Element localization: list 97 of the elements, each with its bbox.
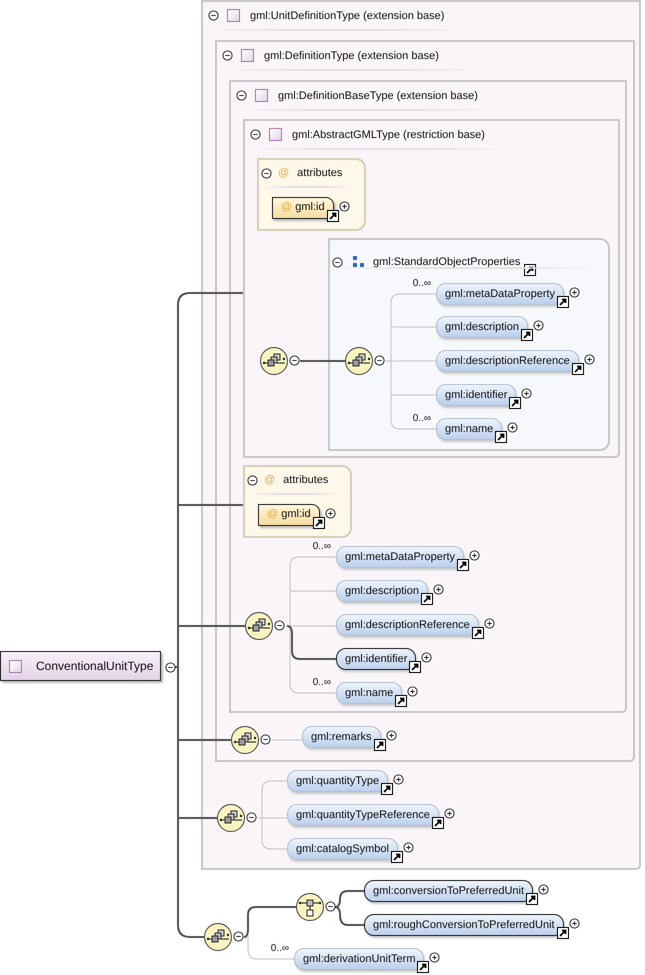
- collapse-icon[interactable]: [246, 812, 257, 823]
- type-label: gml:UnitDefinitionType (extension base): [250, 10, 444, 22]
- occurrence-label: 0..∞: [312, 677, 331, 688]
- collapse-icon[interactable]: [165, 662, 176, 673]
- element-node[interactable]: gml:remarks: [302, 726, 381, 748]
- expand-icon[interactable]: [324, 508, 336, 519]
- expand-icon[interactable]: [538, 884, 550, 895]
- expand-icon[interactable]: [402, 842, 414, 853]
- attribute-icon: @: [264, 474, 276, 486]
- collapse-icon[interactable]: [274, 620, 285, 631]
- link-icon[interactable]: [326, 210, 339, 222]
- link-icon[interactable]: [556, 927, 569, 939]
- link-icon[interactable]: [472, 627, 484, 639]
- element-node[interactable]: gml:quantityType: [287, 770, 388, 792]
- link-icon[interactable]: [312, 517, 325, 529]
- element-node[interactable]: gml:description: [436, 316, 528, 338]
- link-icon[interactable]: [509, 397, 522, 409]
- type-icon: [227, 9, 240, 22]
- type-icon: [241, 49, 254, 62]
- link-icon[interactable]: [395, 695, 408, 707]
- attribute-node[interactable]: @ gml:id: [258, 504, 320, 526]
- element-node[interactable]: gml:catalogSymbol: [287, 838, 398, 860]
- collapse-icon[interactable]: [208, 10, 219, 21]
- sequence-icon[interactable]: [230, 725, 260, 755]
- collapse-icon[interactable]: [250, 129, 261, 140]
- link-icon[interactable]: [432, 817, 444, 829]
- expand-icon[interactable]: [338, 201, 350, 212]
- type-label: gml:AbstractGMLType (restriction base): [292, 128, 485, 140]
- sequence-icon[interactable]: [244, 611, 274, 641]
- element-node[interactable]: gml:roughConversionToPreferredUnit: [364, 914, 564, 936]
- link-icon[interactable]: [495, 431, 508, 443]
- expand-icon[interactable]: [444, 808, 455, 819]
- attributes-label: attributes: [283, 474, 328, 486]
- collapse-icon[interactable]: [233, 931, 244, 942]
- expand-icon[interactable]: [568, 918, 580, 929]
- element-node[interactable]: gml:metaDataProperty: [436, 283, 564, 305]
- link-icon[interactable]: [390, 851, 403, 863]
- group-label: gml:StandardObjectProperties: [373, 256, 520, 268]
- element-node[interactable]: gml:conversionToPreferredUnit: [364, 880, 534, 902]
- attributes-label: attributes: [297, 167, 342, 179]
- collapse-icon[interactable]: [332, 256, 343, 268]
- link-icon[interactable]: [457, 559, 470, 571]
- type-icon: [255, 89, 268, 102]
- element-node[interactable]: gml:descriptionReference: [336, 614, 479, 636]
- element-node[interactable]: gml:descriptionReference: [436, 350, 579, 372]
- sequence-icon[interactable]: [216, 803, 246, 833]
- link-icon[interactable]: [572, 363, 584, 375]
- occurrence-label: 0..∞: [312, 541, 331, 552]
- link-icon[interactable]: [417, 961, 430, 973]
- attribute-node[interactable]: @ gml:id: [272, 197, 334, 219]
- element-node[interactable]: gml:name: [336, 682, 402, 704]
- occurrence-label: 0..∞: [270, 943, 289, 954]
- connector-line: [248, 936, 294, 960]
- link-icon[interactable]: [520, 329, 533, 341]
- link-icon[interactable]: [420, 593, 433, 605]
- collapse-icon[interactable]: [260, 734, 271, 745]
- element-node[interactable]: gml:name: [436, 418, 502, 440]
- connector-line: [334, 890, 364, 908]
- collapse-icon[interactable]: [222, 50, 233, 61]
- link-icon[interactable]: [526, 893, 538, 905]
- group-icon: [351, 256, 365, 268]
- element-node[interactable]: gml:identifier: [436, 384, 516, 406]
- link-icon[interactable]: [524, 264, 536, 276]
- collapse-icon[interactable]: [261, 168, 272, 178]
- type-icon: [269, 128, 282, 141]
- expand-icon[interactable]: [429, 952, 440, 963]
- sequence-icon[interactable]: [259, 346, 289, 376]
- element-node[interactable]: gml:identifier: [336, 648, 416, 670]
- element-node[interactable]: gml:quantityTypeReference: [287, 804, 439, 826]
- element-node[interactable]: gml:description: [336, 580, 428, 602]
- sequence-icon[interactable]: [203, 922, 233, 952]
- sequence-icon[interactable]: [344, 346, 374, 376]
- link-icon[interactable]: [409, 661, 422, 673]
- element-node[interactable]: gml:metaDataProperty: [336, 546, 464, 568]
- connector-line: [300, 360, 345, 362]
- collapse-icon[interactable]: [247, 474, 258, 486]
- collapse-icon[interactable]: [236, 90, 247, 101]
- collapse-icon[interactable]: [325, 901, 336, 912]
- occurrence-label: 0..∞: [412, 278, 431, 289]
- collapse-icon[interactable]: [374, 355, 385, 366]
- expand-icon[interactable]: [432, 584, 444, 595]
- type-label: gml:DefinitionType (extension base): [264, 50, 439, 62]
- link-icon[interactable]: [381, 783, 394, 795]
- collapse-icon[interactable]: [289, 355, 300, 366]
- expand-icon[interactable]: [532, 320, 544, 331]
- occurrence-label: 0..∞: [412, 413, 431, 424]
- link-icon[interactable]: [557, 296, 570, 308]
- connector-line: [334, 906, 364, 926]
- expand-icon[interactable]: [569, 287, 580, 298]
- type-label: gml:DefinitionBaseType (extension base): [278, 90, 478, 102]
- expand-icon[interactable]: [386, 730, 397, 741]
- root-type-node[interactable]: ConventionalUnitType: [0, 651, 161, 681]
- link-icon[interactable]: [374, 739, 386, 751]
- choice-icon[interactable]: [295, 892, 325, 922]
- attribute-icon: @: [278, 167, 290, 179]
- element-node[interactable]: gml:derivationUnitTerm: [294, 948, 424, 970]
- expand-icon[interactable]: [469, 550, 480, 561]
